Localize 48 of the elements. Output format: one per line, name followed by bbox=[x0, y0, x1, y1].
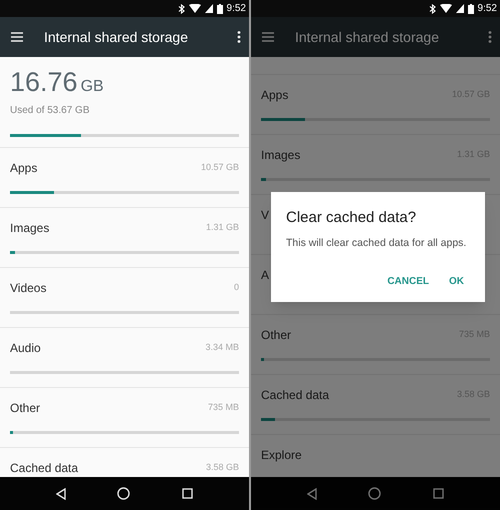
category-size: 735 MB bbox=[208, 401, 239, 414]
category-label: A bbox=[261, 267, 270, 284]
category-label: Images bbox=[261, 147, 300, 164]
category-label: Cached data bbox=[261, 387, 330, 404]
category-size: 3.58 GB bbox=[206, 461, 239, 474]
more-options-icon[interactable] bbox=[237, 31, 241, 43]
dialog-button[interactable]: CANCEL bbox=[381, 271, 435, 292]
menu-icon[interactable] bbox=[11, 32, 23, 42]
used-unit: GB bbox=[80, 79, 104, 95]
toolbar-title: Internal shared storage bbox=[44, 28, 189, 47]
category-label: Images bbox=[10, 220, 50, 237]
category-label: Apps bbox=[261, 87, 288, 104]
storage-row[interactable]: Audio 3.34 MB bbox=[0, 328, 249, 388]
wifi-icon bbox=[188, 4, 201, 13]
signal-icon bbox=[204, 4, 213, 13]
category-size: 3.34 MB bbox=[205, 341, 239, 354]
status-time: 9:52 bbox=[478, 2, 497, 16]
category-label: V bbox=[261, 207, 270, 224]
category-label: Apps bbox=[10, 160, 38, 177]
battery-icon bbox=[216, 4, 223, 14]
back-icon[interactable] bbox=[56, 488, 66, 500]
category-size: 1.31 GB bbox=[206, 221, 239, 234]
used-caption: Used of 53.67 GB bbox=[10, 104, 90, 118]
home-icon[interactable] bbox=[117, 487, 130, 500]
category-size: 10.57 GB bbox=[200, 161, 239, 174]
recents-icon[interactable] bbox=[182, 488, 194, 499]
category-label: Explore bbox=[261, 447, 302, 464]
wifi-icon bbox=[440, 4, 452, 13]
category-label: Videos bbox=[10, 280, 46, 297]
toolbar-title: Internal shared storage bbox=[295, 28, 440, 47]
category-label: Audio bbox=[10, 340, 41, 357]
storage-row[interactable]: Images 1.31 GB bbox=[0, 208, 249, 268]
signal-icon bbox=[456, 4, 464, 13]
battery-icon bbox=[468, 4, 474, 14]
category-label: Cached data bbox=[10, 460, 78, 477]
storage-row[interactable]: Videos 0 bbox=[0, 268, 249, 328]
storage-row[interactable]: Other 735 MB bbox=[0, 388, 249, 448]
dialog-title: Clear cached data? bbox=[286, 208, 418, 228]
category-label: Other bbox=[261, 327, 292, 344]
category-label: Other bbox=[10, 400, 40, 417]
dialog-button[interactable]: OK bbox=[443, 271, 470, 292]
dialog-message: This will clear cached data for all apps. bbox=[286, 236, 468, 250]
category-size: 0 bbox=[234, 281, 239, 294]
status-time: 9:52 bbox=[226, 2, 246, 16]
bluetooth-icon bbox=[178, 4, 185, 14]
storage-row[interactable]: Apps 10.57 GB bbox=[0, 148, 249, 208]
bluetooth-icon bbox=[428, 4, 436, 14]
used-amount: 16.76 bbox=[10, 69, 78, 96]
